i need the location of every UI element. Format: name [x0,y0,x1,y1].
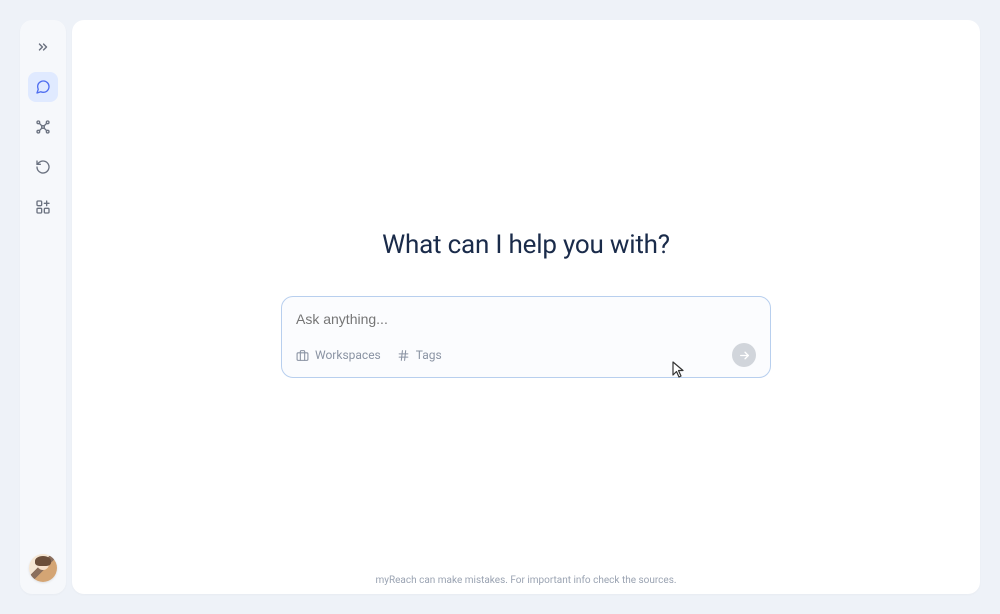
main-area: What can I help you with? Workspaces [72,20,980,594]
chevron-double-right-icon [36,40,50,54]
workspaces-chip[interactable]: Workspaces [296,348,381,362]
page-title: What can I help you with? [382,230,670,260]
hash-icon [397,349,410,362]
sidebar-item-assistant[interactable] [28,72,58,102]
sidebar-expand-button[interactable] [28,32,58,62]
footer-disclaimer: myReach can make mistakes. For important… [375,575,676,586]
apps-grid-icon [35,199,51,215]
sidebar-item-history[interactable] [28,152,58,182]
sidebar-item-network[interactable] [28,112,58,142]
prompt-input-container[interactable]: Workspaces Tags [281,296,771,378]
avatar[interactable] [29,554,57,582]
sidebar [20,20,66,594]
prompt-input[interactable] [296,311,756,327]
submit-button[interactable] [732,343,756,367]
clock-refresh-icon [35,159,51,175]
workspaces-label: Workspaces [315,348,381,362]
arrow-right-icon [738,349,751,362]
chat-bubble-icon [35,79,51,95]
network-graph-icon [35,119,51,135]
briefcase-icon [296,349,309,362]
sidebar-item-apps[interactable] [28,192,58,222]
tags-label: Tags [416,348,442,362]
tags-chip[interactable]: Tags [397,348,442,362]
